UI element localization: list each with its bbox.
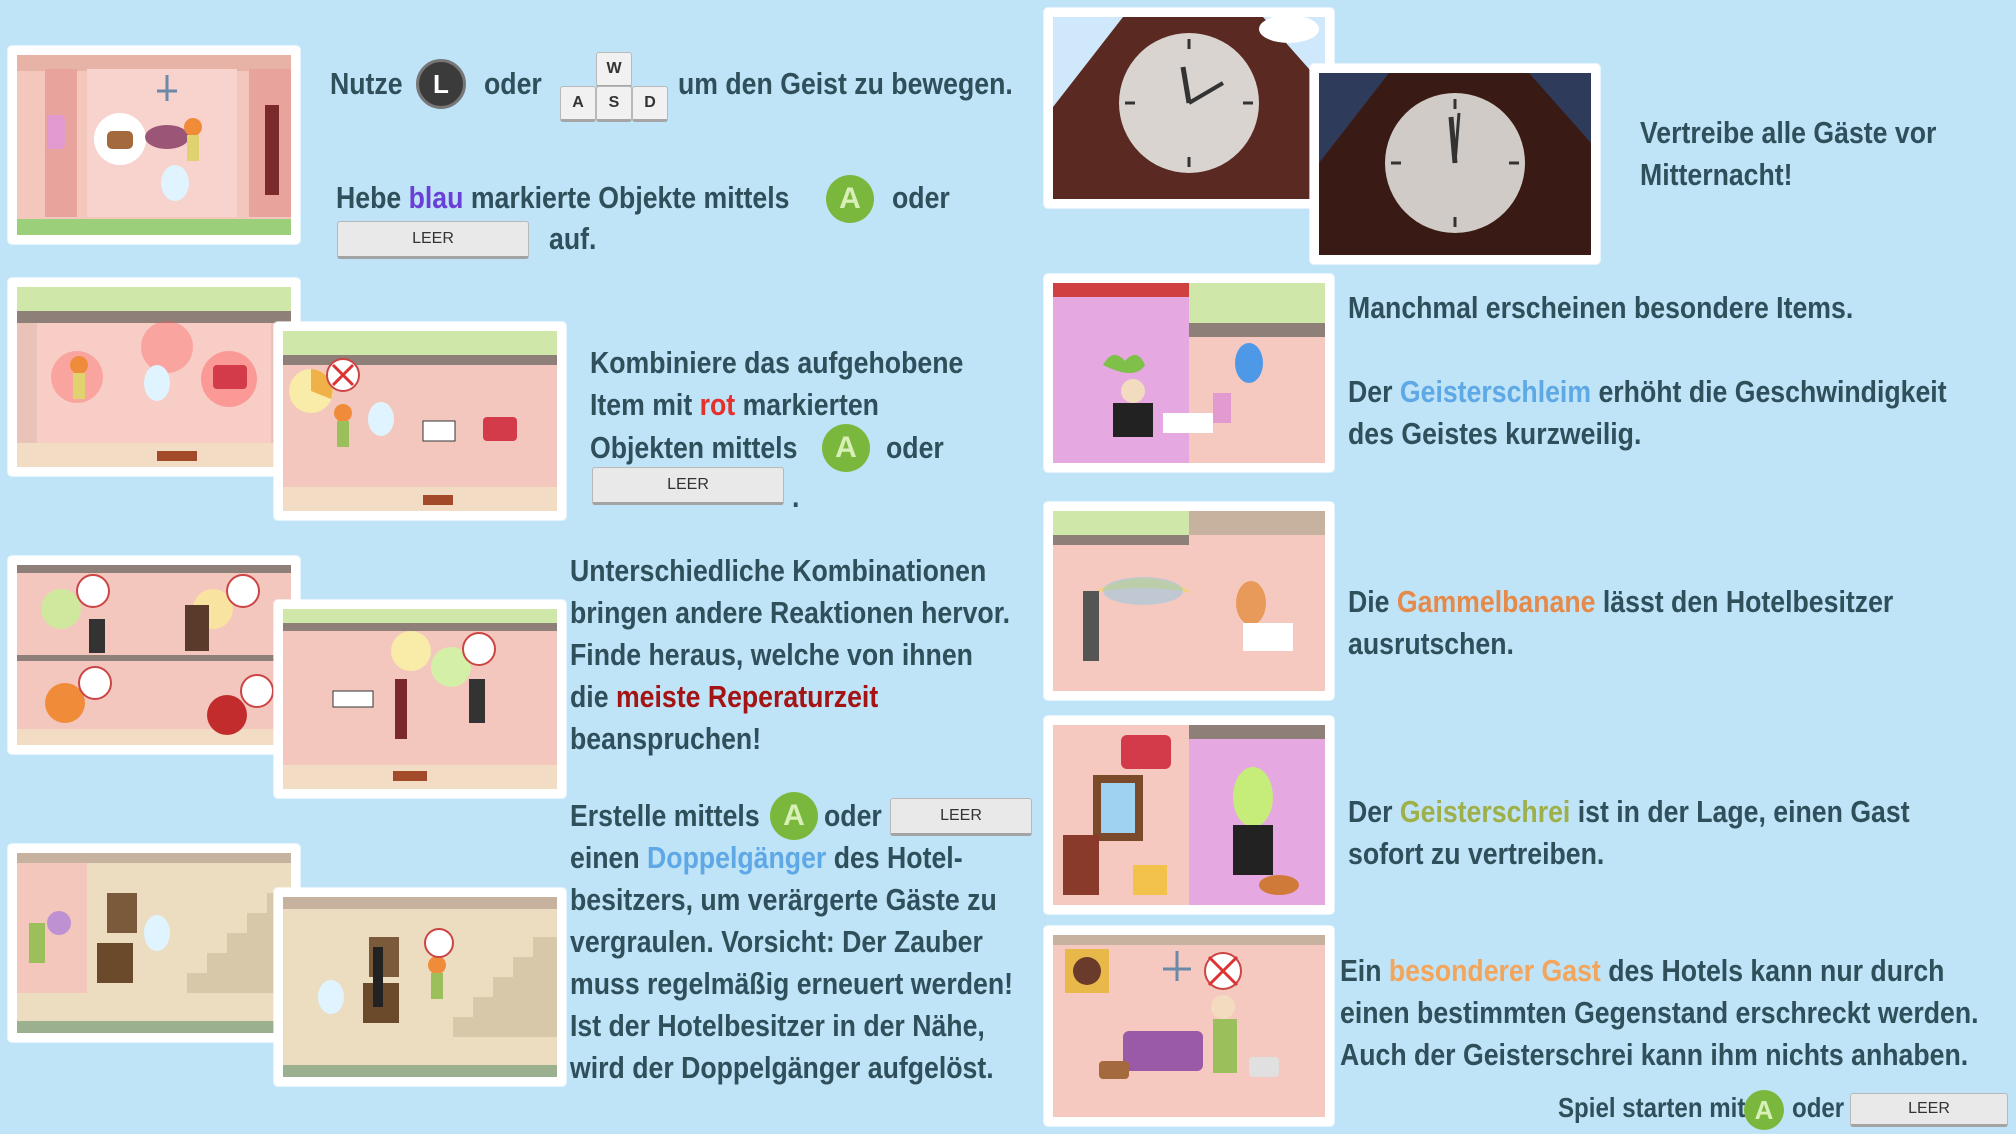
space-key: LEER bbox=[592, 467, 784, 505]
special-highlight: besonderer Gast bbox=[1388, 953, 1601, 988]
screenshot-special-guest bbox=[1044, 926, 1334, 1126]
scream-text-line1: Der Geisterschrei ist in der Lage, einen… bbox=[1348, 794, 1910, 829]
special-text-line1: Ein besonderer Gast des Hotels kann nur … bbox=[1340, 953, 1945, 988]
reactions-text-line2: bringen andere Reaktionen hervor. bbox=[570, 595, 1011, 630]
a-button-icon: A bbox=[826, 175, 874, 223]
double-highlight: Doppelgänger bbox=[647, 840, 827, 875]
reactions-highlight: meiste Reperaturzeit bbox=[615, 679, 879, 714]
l-stick-icon: L bbox=[416, 59, 466, 109]
reactions-text-line5: beanspruchen! bbox=[570, 721, 762, 756]
screenshot-banana bbox=[1044, 502, 1334, 700]
space-key: LEER bbox=[890, 798, 1032, 836]
screenshot-reactions-2 bbox=[274, 600, 566, 798]
banana-text-line1: Die Gammelbanane lässt den Hotelbesitzer bbox=[1348, 584, 1894, 619]
reactions-text-line1: Unterschiedliche Kombinationen bbox=[570, 553, 987, 588]
screenshot-pickup bbox=[8, 46, 300, 244]
combine-text-line1: Kombiniere das aufgehobene bbox=[590, 345, 964, 380]
key-s: S bbox=[596, 86, 632, 122]
double-text-line4: vergraulen. Vorsicht: Der Zauber bbox=[570, 924, 983, 959]
double-text-line7: wird der Doppelgänger aufgelöst. bbox=[570, 1050, 994, 1085]
pickup-text-oder: oder bbox=[892, 180, 950, 215]
screenshot-clock-night bbox=[1310, 64, 1600, 264]
double-text-line1a: Erstelle mittels bbox=[570, 798, 760, 833]
screenshot-double-2 bbox=[274, 888, 566, 1086]
combine-text-end: . bbox=[792, 479, 800, 514]
reactions-text-line4: die meiste Reperaturzeit bbox=[570, 679, 879, 714]
start-a-button[interactable]: A bbox=[1744, 1090, 1784, 1130]
pickup-text-line1: Hebe blau markierte Objekte mittels bbox=[336, 180, 790, 215]
a-button-icon: A bbox=[770, 792, 818, 840]
screenshot-clock-day bbox=[1044, 8, 1334, 208]
screenshot-double-1 bbox=[8, 844, 300, 1042]
double-text-line5: muss regelmäßig erneuert werden! bbox=[570, 966, 1013, 1001]
screenshot-reactions-1 bbox=[8, 556, 300, 754]
banana-text-line2: ausrutschen. bbox=[1348, 626, 1514, 661]
scream-highlight: Geisterschrei bbox=[1399, 794, 1571, 829]
banana-highlight: Gammelbanane bbox=[1396, 584, 1596, 619]
reactions-text-line3: Finde heraus, welche von ihnen bbox=[570, 637, 973, 672]
midnight-text-line2: Mitternacht! bbox=[1640, 157, 1793, 192]
pickup-highlight-blau: blau bbox=[408, 180, 464, 215]
double-text-line6: Ist der Hotelbesitzer in der Nähe, bbox=[570, 1008, 985, 1043]
start-text: Spiel starten mit bbox=[1558, 1092, 1746, 1123]
screenshot-slime bbox=[1044, 274, 1334, 472]
special-text-line3: Auch der Geisterschrei kann ihm nichts a… bbox=[1340, 1037, 1969, 1072]
combine-text-line2: Item mit rot markierten bbox=[590, 387, 879, 422]
key-a: A bbox=[560, 86, 596, 122]
items-text-line3: des Geistes kurzweilig. bbox=[1348, 416, 1642, 451]
space-key: LEER bbox=[337, 221, 529, 259]
move-text-nutze: Nutze bbox=[330, 66, 403, 101]
combine-highlight-rot: rot bbox=[699, 387, 736, 422]
screenshot-scream bbox=[1044, 716, 1334, 914]
combine-text-line3a: Objekten mittels bbox=[590, 430, 798, 465]
pickup-text-auf: auf. bbox=[549, 221, 597, 256]
move-text-oder: oder bbox=[484, 66, 542, 101]
items-text-line2: Der Geisterschleim erhöht die Geschwindi… bbox=[1348, 374, 1947, 409]
start-text-oder: oder bbox=[1792, 1092, 1845, 1123]
key-w: W bbox=[596, 52, 632, 88]
screenshot-combine-1 bbox=[8, 278, 300, 476]
items-text-line1: Manchmal erscheinen besondere Items. bbox=[1348, 290, 1854, 325]
items-highlight: Geisterschleim bbox=[1399, 374, 1592, 409]
screenshot-combine-2 bbox=[274, 322, 566, 520]
key-d: D bbox=[632, 86, 668, 122]
double-text-line2: einen Doppelgänger des Hotel- bbox=[570, 840, 963, 875]
double-text-oder: oder bbox=[824, 798, 882, 833]
combine-text-oder: oder bbox=[886, 430, 944, 465]
double-text-line3: besitzers, um verärgerte Gäste zu bbox=[570, 882, 997, 917]
move-text-rest: um den Geist zu bewegen. bbox=[678, 66, 1013, 101]
start-space-key[interactable]: LEER bbox=[1850, 1093, 2008, 1127]
special-text-line2: einen bestimmten Gegenstand erschreckt w… bbox=[1340, 995, 1979, 1030]
a-button-icon: A bbox=[822, 424, 870, 472]
scream-text-line2: sofort zu vertreiben. bbox=[1348, 836, 1605, 871]
midnight-text-line1: Vertreibe alle Gäste vor bbox=[1640, 115, 1937, 150]
